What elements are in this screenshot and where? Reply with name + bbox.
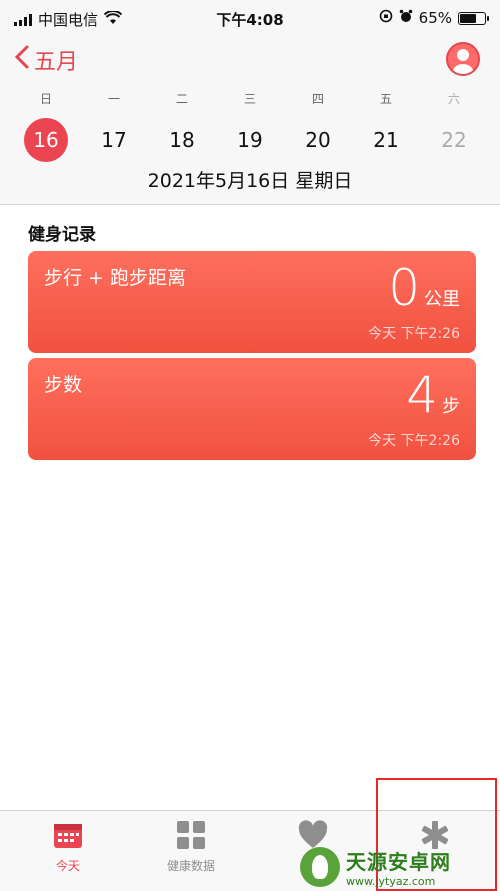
day-item[interactable]: 19 [228, 118, 272, 162]
nav-bar: 五月 [0, 40, 500, 80]
card-value-number: 0 [388, 259, 420, 317]
watermark: 天源安卓网 www.jytyaz.com [300, 842, 500, 891]
card-value-unit: 公里 [424, 289, 460, 310]
weekday-label: 一 [107, 92, 120, 106]
selected-date-label: 2021年5月16日 星期日 [147, 170, 353, 192]
weekday-row: 日 一 二 三 四 五 六 [0, 90, 500, 107]
card-value-number: 4 [406, 366, 438, 424]
card-title: 步行 + 跑步距离 [44, 267, 186, 289]
weekday-label: 二 [175, 92, 188, 106]
card-value: 4 步 [406, 370, 460, 420]
calendar-icon [52, 819, 84, 851]
card-value: 0 公里 [388, 263, 460, 313]
weekday-label: 三 [243, 92, 256, 106]
tab-today[interactable]: 今天 [23, 819, 113, 874]
weekday-label: 日 [39, 92, 52, 106]
day-item[interactable]: 21 [364, 118, 408, 162]
card-timestamp: 今天 下午2:26 [368, 326, 460, 342]
day-item-future: 22 [441, 128, 467, 152]
status-right: 65% [379, 9, 489, 27]
day-row: 16 17 18 19 20 21 22 [0, 118, 500, 162]
tab-label: 健康数据 [166, 859, 215, 873]
card-timestamp: 今天 下午2:26 [368, 433, 460, 449]
grid-icon [175, 819, 207, 851]
watermark-name: 天源安卓网 [346, 849, 451, 874]
chevron-left-icon [14, 45, 30, 75]
card-value-unit: 步 [442, 396, 460, 417]
tab-health-data[interactable]: 健康数据 [146, 819, 236, 874]
watermark-text: 天源安卓网 www.jytyaz.com [346, 846, 451, 888]
back-label: 五月 [34, 50, 79, 75]
back-button[interactable]: 五月 [14, 44, 78, 76]
rotation-lock-icon [379, 9, 393, 27]
day-selected[interactable]: 16 [24, 118, 68, 162]
day-item[interactable]: 17 [92, 118, 136, 162]
status-bar: 中国电信 下午4:08 65% [0, 0, 500, 36]
section-title: 健身记录 [28, 225, 96, 245]
day-item[interactable]: 18 [160, 118, 204, 162]
person-icon [452, 49, 474, 74]
weekday-label: 六 [447, 92, 460, 106]
watermark-logo-icon [300, 846, 340, 887]
alarm-icon [399, 9, 413, 27]
distance-card[interactable]: 步行 + 跑步距离 0 公里 今天 下午2:26 [28, 251, 476, 353]
weekday-label: 五 [379, 92, 392, 106]
tab-label: 今天 [55, 859, 80, 873]
card-title: 步数 [44, 374, 83, 396]
day-item[interactable]: 20 [296, 118, 340, 162]
weekday-label: 四 [311, 92, 324, 106]
header-area: 中国电信 下午4:08 65% 五月 日 一 二 三 四 五 六 16 17 1… [0, 0, 500, 205]
battery-percent: 65% [418, 9, 452, 27]
steps-card[interactable]: 步数 4 步 今天 下午2:26 [28, 358, 476, 460]
watermark-url: www.jytyaz.com [346, 874, 436, 888]
profile-avatar-button[interactable] [446, 42, 480, 76]
battery-icon [458, 11, 489, 25]
